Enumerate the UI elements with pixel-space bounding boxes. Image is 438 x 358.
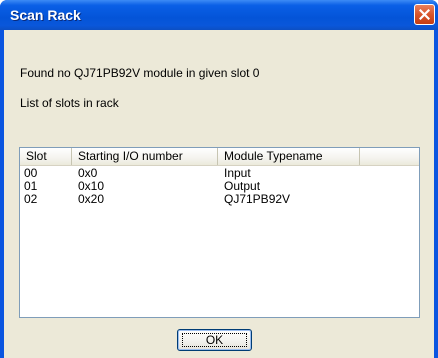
column-header-starting-io[interactable]: Starting I/O number [72,148,218,165]
list-label: List of slots in rack [20,96,119,110]
slots-list-view[interactable]: Slot Starting I/O number Module Typename… [19,147,420,318]
status-message: Found no QJ71PB92V module in given slot … [20,66,260,80]
close-icon [419,9,430,20]
close-button[interactable] [414,4,435,25]
column-header-module-typename[interactable]: Module Typename [218,148,360,165]
ok-button[interactable]: OK [177,329,252,351]
dialog-client-area: Found no QJ71PB92V module in given slot … [4,30,434,358]
module-typename-cell: QJ71PB92V [224,192,291,206]
title-bar[interactable]: Scan Rack [0,0,438,30]
list-header: Slot Starting I/O number Module Typename [20,148,419,166]
slot-cell: 02 [24,192,38,206]
column-header-slot[interactable]: Slot [20,148,72,165]
scan-rack-dialog: Scan Rack Found no QJ71PB92V module in g… [0,0,438,358]
io-number-cell: 0x20 [78,192,105,206]
window-title: Scan Rack [10,7,81,23]
table-row[interactable]: 02 0x20 QJ71PB92V [20,193,419,206]
ok-button-label: OK [182,333,247,347]
